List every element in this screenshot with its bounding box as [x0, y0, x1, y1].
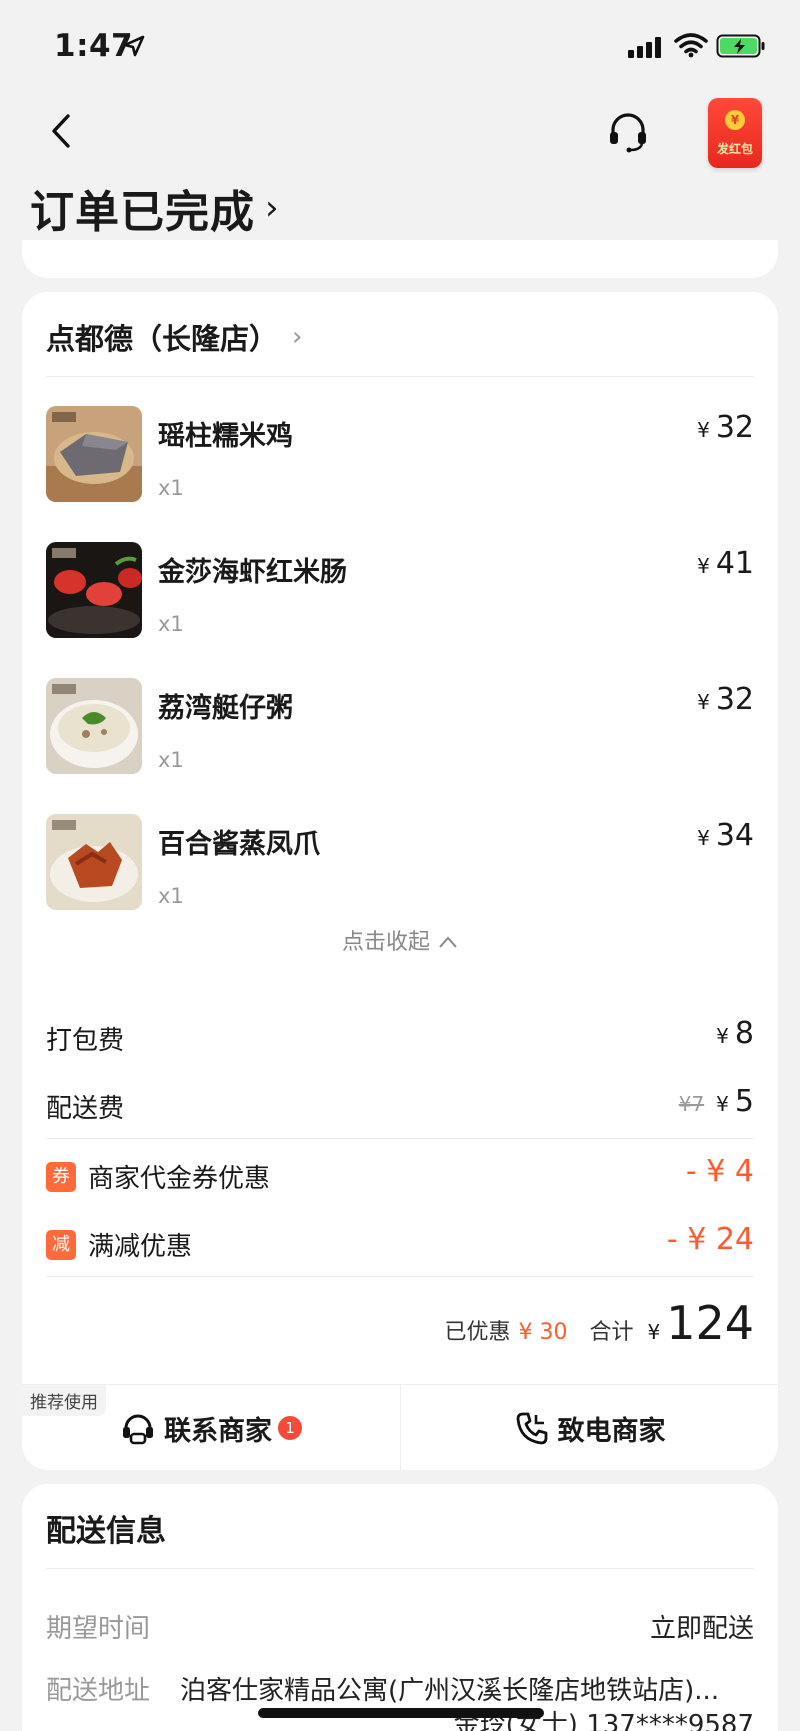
customer-service-headset-icon[interactable] — [606, 110, 650, 154]
full-reduction-row: 减满减优惠 - ¥ 24 — [46, 1222, 754, 1266]
delivery-fee-label: 配送费 — [46, 1094, 125, 1124]
item-price: ¥32 — [697, 682, 754, 717]
item-price: ¥32 — [697, 410, 754, 445]
currency-symbol: ¥ — [716, 1092, 729, 1116]
item-price: ¥41 — [697, 546, 754, 581]
item-price: ¥34 — [697, 818, 754, 853]
chevron-up-icon — [439, 936, 457, 948]
full-reduction-label: 减满减优惠 — [46, 1226, 192, 1263]
contact-merchant-label: 联系商家 — [164, 1415, 272, 1447]
divider — [46, 1568, 754, 1569]
cellular-signal-icon — [628, 36, 661, 58]
full-reduction-text: 满减优惠 — [88, 1232, 193, 1262]
chat-support-icon — [123, 1414, 153, 1445]
coupon-discount-label: 券商家代金券优惠 — [46, 1158, 270, 1195]
order-item[interactable]: 瑶柱糯米鸡 x1 ¥32 — [46, 406, 754, 506]
packing-fee-label: 打包费 — [46, 1026, 125, 1056]
item-price-value: 32 — [715, 410, 754, 445]
packing-fee-amount: 8 — [734, 1016, 754, 1051]
coupon-discount-value: - ¥ 4 — [685, 1154, 754, 1189]
red-envelope-button[interactable]: ¥ 发红包 — [708, 98, 762, 168]
item-name: 瑶柱糯米鸡 — [158, 421, 293, 452]
red-envelope-label: 发红包 — [716, 142, 753, 156]
shop-name: 点都德（长隆店） — [46, 322, 279, 356]
delivery-fee-value: ¥7 ¥5 — [679, 1084, 754, 1119]
shop-name-link[interactable]: 点都德（长隆店） › — [46, 316, 302, 358]
unread-badge: 1 — [278, 1416, 302, 1440]
phone-icon — [516, 1412, 547, 1445]
item-price-value: 32 — [715, 682, 754, 717]
item-quantity: x1 — [158, 612, 184, 636]
expected-time-value: 立即配送 — [649, 1614, 754, 1644]
previous-card-stub — [22, 240, 778, 278]
saved-value: ¥ 30 — [518, 1320, 568, 1345]
item-name: 金莎海虾红米肠 — [158, 557, 347, 588]
currency-symbol: ¥ — [716, 1024, 729, 1048]
collapse-items-button[interactable]: 点击收起 — [22, 924, 778, 956]
food-image-glutinous-rice-chicken — [46, 406, 142, 502]
divider — [46, 1276, 754, 1277]
food-image-shrimp-rice-roll — [46, 542, 142, 638]
item-price-value: 41 — [715, 546, 754, 581]
item-name: 荔湾艇仔粥 — [158, 693, 293, 724]
packing-fee-row: 打包费 ¥8 — [46, 1016, 754, 1060]
battery-charging-icon — [716, 34, 765, 58]
currency-symbol: ¥ — [697, 690, 710, 714]
order-card: 点都德（长隆店） › 瑶柱糯米鸡 x1 ¥32 金莎海虾红米肠 x1 ¥41 荔… — [22, 292, 778, 1471]
location-arrow-icon — [123, 35, 145, 57]
chevron-right-icon: › — [265, 188, 280, 228]
order-status-text: 订单已完成 — [30, 187, 255, 238]
item-price-value: 34 — [715, 818, 754, 853]
saved-label: 已优惠 — [444, 1320, 511, 1345]
food-image-congee — [46, 678, 142, 774]
call-merchant-button[interactable]: 致电商家 — [400, 1385, 778, 1471]
order-total-row: 已优惠 ¥ 30 合计 ¥ 124 — [444, 1296, 754, 1350]
currency-symbol: ¥ — [697, 826, 710, 850]
divider — [46, 1138, 754, 1139]
order-item[interactable]: 百合酱蒸凤爪 x1 ¥34 — [46, 814, 754, 914]
divider — [46, 376, 754, 377]
total-value: 124 — [666, 1296, 754, 1350]
delivery-fee-row: 配送费 ¥7 ¥5 — [46, 1084, 754, 1128]
total-label: 合计 — [589, 1320, 634, 1345]
item-quantity: x1 — [158, 884, 184, 908]
address-value: 泊客仕家精品公寓(广州汉溪长隆店地铁站店)... — [180, 1676, 720, 1706]
reduction-tag-icon: 减 — [46, 1229, 76, 1260]
packing-fee-value: ¥8 — [716, 1016, 754, 1051]
home-indicator[interactable] — [258, 1708, 544, 1718]
coin-icon: ¥ — [725, 110, 745, 130]
call-merchant-label: 致电商家 — [557, 1415, 666, 1447]
full-reduction-value: - ¥ 24 — [666, 1222, 754, 1257]
food-image-chicken-feet — [46, 814, 142, 910]
contact-bar: 联系商家 1 致电商家 推荐使用 — [22, 1384, 778, 1471]
item-quantity: x1 — [158, 748, 184, 772]
delivery-fee-original: ¥7 — [678, 1092, 705, 1116]
delivery-fee-amount: 5 — [734, 1084, 754, 1119]
back-chevron-icon[interactable] — [46, 110, 76, 152]
wifi-icon — [674, 33, 708, 58]
order-status-title[interactable]: 订单已完成 › — [30, 176, 280, 240]
status-bar: 1:47 — [0, 0, 800, 92]
section-title: 配送信息 — [46, 1514, 166, 1549]
currency-symbol: ¥ — [697, 418, 710, 442]
chevron-right-icon: › — [292, 322, 303, 352]
currency-symbol: ¥ — [647, 1320, 661, 1344]
item-name: 百合酱蒸凤爪 — [158, 829, 320, 860]
order-item[interactable]: 荔湾艇仔粥 x1 ¥32 — [46, 678, 754, 778]
collapse-label: 点击收起 — [341, 930, 430, 955]
coupon-discount-row: 券商家代金券优惠 - ¥ 4 — [46, 1154, 754, 1198]
order-item[interactable]: 金莎海虾红米肠 x1 ¥41 — [46, 542, 754, 642]
currency-symbol: ¥ — [697, 554, 710, 578]
recommend-tag: 推荐使用 — [22, 1385, 106, 1416]
expected-time-label: 期望时间 — [46, 1614, 151, 1644]
delivery-info-card: 配送信息 期望时间 立即配送 配送地址 泊客仕家精品公寓(广州汉溪长隆店地铁站店… — [22, 1484, 778, 1731]
address-label: 配送地址 — [46, 1676, 151, 1706]
coupon-discount-text: 商家代金券优惠 — [88, 1164, 271, 1194]
coupon-tag-icon: 券 — [46, 1161, 76, 1192]
item-quantity: x1 — [158, 476, 184, 500]
